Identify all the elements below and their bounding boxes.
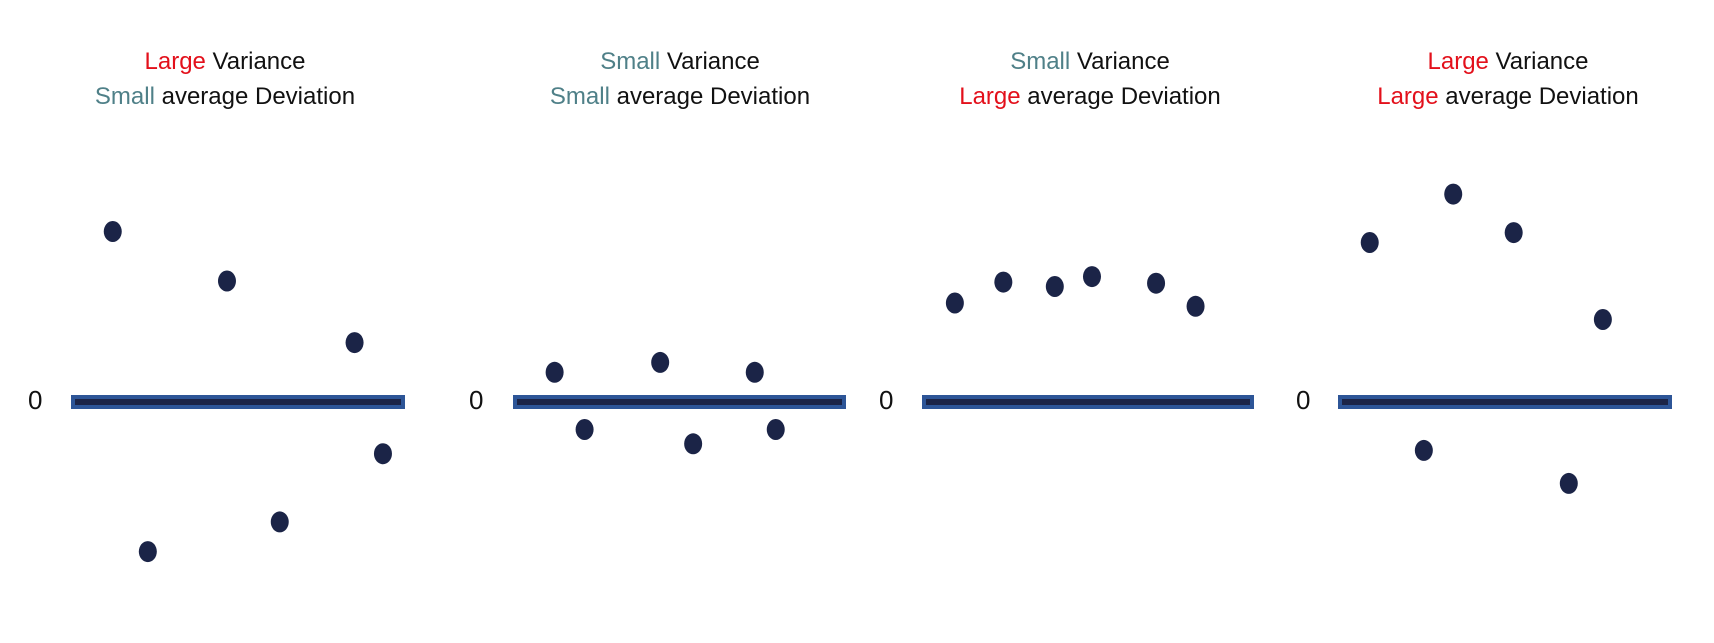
data-point xyxy=(138,541,157,563)
title-text: average Deviation xyxy=(1020,83,1221,110)
data-point xyxy=(651,351,670,373)
title-qualifier: Large xyxy=(1377,83,1439,110)
zero-label: 0 xyxy=(469,385,484,415)
zero-axis-line-inner xyxy=(517,399,842,405)
title-text: average Deviation xyxy=(1438,83,1639,110)
data-point xyxy=(684,433,703,455)
data-point xyxy=(1045,276,1064,297)
title-text: average Deviation xyxy=(609,83,811,110)
title-qualifier: Small xyxy=(94,83,155,110)
data-point xyxy=(575,419,594,440)
title-text: Variance xyxy=(1070,48,1170,75)
title-line: Small average Deviation xyxy=(0,79,475,114)
zero-label: 0 xyxy=(1296,385,1311,415)
zero-label: 0 xyxy=(879,385,894,415)
data-point xyxy=(1082,266,1101,288)
title-line: Large Variance xyxy=(0,44,475,79)
zero-axis-line-inner xyxy=(75,399,401,405)
title-qualifier: Small xyxy=(600,48,661,75)
data-point xyxy=(1559,472,1578,494)
data-point xyxy=(1444,183,1463,205)
title-qualifier: Large xyxy=(959,83,1021,110)
data-point xyxy=(103,221,122,242)
title-text: average Deviation xyxy=(154,83,356,110)
panel-title: Large Variance Small average Deviation xyxy=(0,44,475,114)
data-point xyxy=(270,511,289,533)
title-line: Large Variance xyxy=(1258,44,1714,79)
data-point xyxy=(945,292,964,314)
title-qualifier: Small xyxy=(549,83,610,110)
title-text: Variance xyxy=(660,48,760,75)
data-point xyxy=(217,270,236,292)
data-point xyxy=(345,332,364,354)
data-point xyxy=(1414,439,1433,461)
title-qualifier: Small xyxy=(1010,48,1071,75)
data-point xyxy=(745,361,764,383)
title-qualifier: Large xyxy=(144,48,206,75)
data-point xyxy=(1360,232,1379,253)
panel-title: Large Variance Large average Deviation xyxy=(1258,44,1714,114)
title-qualifier: Large xyxy=(1427,48,1489,75)
data-point xyxy=(373,443,392,465)
data-point xyxy=(766,419,785,440)
data-point xyxy=(994,271,1013,293)
zero-label: 0 xyxy=(28,385,43,415)
title-line: Large average Deviation xyxy=(1258,79,1714,114)
zero-axis-line-inner xyxy=(1342,399,1668,405)
title-text: Variance xyxy=(1488,48,1589,75)
zero-axis-line-inner xyxy=(926,399,1250,405)
data-point xyxy=(1147,272,1166,294)
title-text: Variance xyxy=(205,48,306,75)
data-point xyxy=(1593,309,1612,330)
data-point xyxy=(545,361,564,383)
data-point xyxy=(1504,222,1523,244)
data-point xyxy=(1186,295,1205,317)
